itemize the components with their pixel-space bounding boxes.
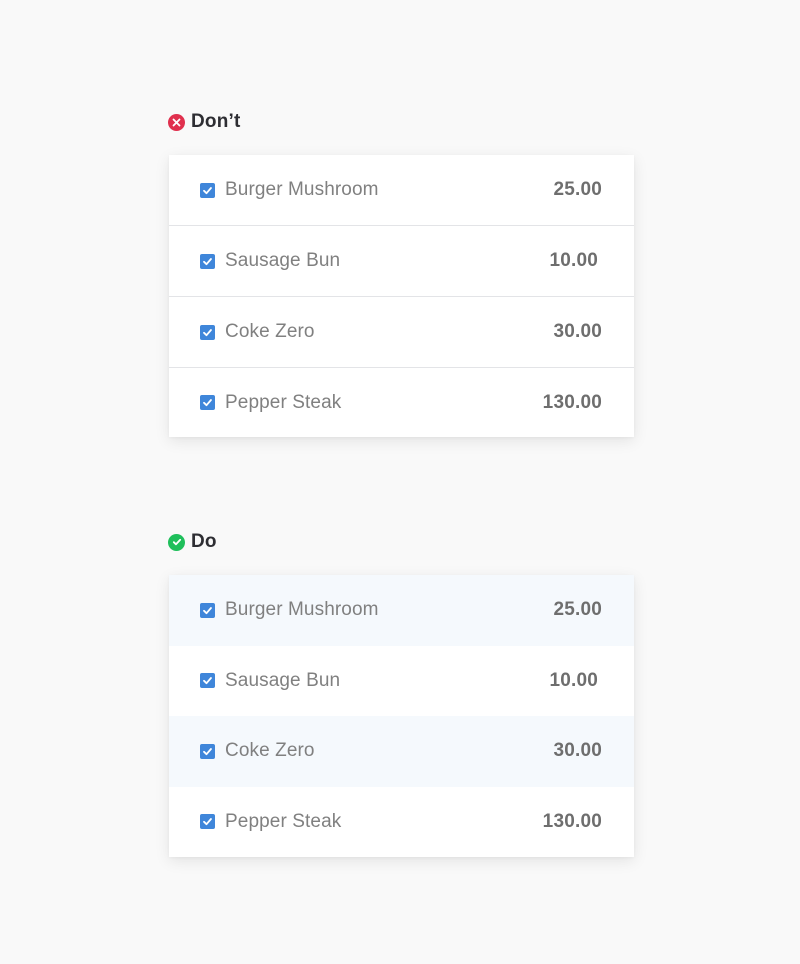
list-item[interactable]: Sausage Bun 10.00 [169, 646, 634, 717]
dont-section-heading: Don’t [168, 111, 241, 132]
checkbox-checked[interactable] [200, 182, 215, 198]
item-name: Burger Mushroom [225, 599, 379, 621]
checkbox-checked[interactable] [200, 253, 215, 269]
item-price: 30.00 [553, 740, 602, 762]
list-item[interactable]: Burger Mushroom 25.00 [169, 575, 634, 646]
item-price: 25.00 [553, 599, 602, 621]
do-label: Do [191, 531, 217, 552]
checkbox-checked[interactable] [200, 673, 215, 689]
list-item[interactable]: Coke Zero 30.00 [169, 297, 634, 368]
checkbox-checked[interactable] [200, 602, 215, 618]
item-name: Pepper Steak [225, 391, 342, 413]
item-price: 25.00 [553, 179, 602, 200]
do-item-list: Burger Mushroom 25.00 Sausage Bun 10.00 … [169, 575, 634, 857]
check-circle-icon [168, 533, 185, 551]
item-price: 130.00 [542, 391, 602, 413]
list-item[interactable]: Pepper Steak 130.00 [169, 787, 634, 858]
item-name: Coke Zero [225, 321, 315, 342]
checkbox-checked[interactable] [200, 743, 215, 759]
list-item[interactable]: Sausage Bun 10.00 [169, 226, 634, 297]
item-name: Sausage Bun [225, 250, 341, 271]
item-name: Burger Mushroom [225, 179, 379, 200]
list-item[interactable]: Burger Mushroom 25.00 [169, 155, 634, 226]
dont-item-list: Burger Mushroom 25.00 Sausage Bun 10.00 … [169, 155, 634, 437]
item-name: Sausage Bun [225, 669, 341, 691]
checkbox-checked[interactable] [200, 324, 215, 340]
item-price: 10.00 [549, 250, 598, 271]
do-section-heading: Do [168, 531, 217, 552]
checkbox-checked[interactable] [200, 395, 215, 410]
dont-label: Don’t [191, 111, 241, 132]
x-circle-icon [168, 113, 185, 131]
item-price: 30.00 [553, 321, 602, 342]
item-name: Coke Zero [225, 740, 315, 762]
list-item[interactable]: Pepper Steak 130.00 [169, 368, 634, 437]
item-price: 130.00 [542, 810, 602, 832]
checkbox-checked[interactable] [200, 814, 215, 830]
list-item[interactable]: Coke Zero 30.00 [169, 716, 634, 787]
item-price: 10.00 [549, 669, 598, 691]
item-name: Pepper Steak [225, 810, 342, 832]
